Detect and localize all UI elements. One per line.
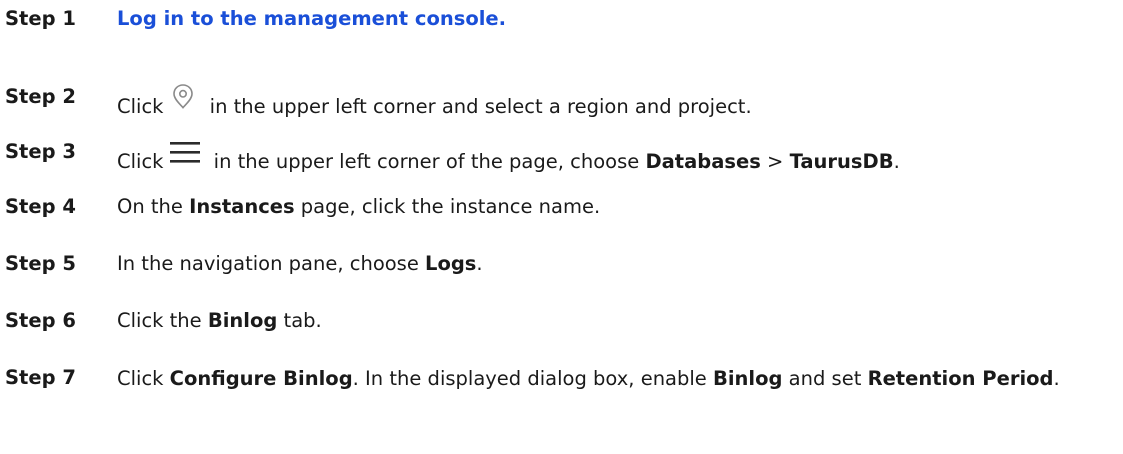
text: Click bbox=[117, 95, 164, 118]
step-label: Step 5 bbox=[5, 252, 76, 275]
step-label: Step 3 bbox=[5, 140, 76, 163]
step-text: Click Configure Binlog. In the displayed… bbox=[117, 366, 1107, 392]
text: > bbox=[760, 150, 790, 173]
text: . bbox=[1053, 367, 1060, 390]
text: Click bbox=[117, 367, 170, 390]
step-label: Step 4 bbox=[5, 195, 76, 218]
databases-term: Databases bbox=[645, 150, 761, 173]
step-label: Step 6 bbox=[5, 309, 76, 332]
location-pin-icon bbox=[167, 79, 199, 113]
configure-binlog-term: Configure Binlog bbox=[169, 367, 353, 390]
retention-period-term: Retention Period bbox=[867, 367, 1054, 390]
logs-term: Logs bbox=[425, 252, 477, 275]
text: in the upper left corner of the page, ch… bbox=[207, 150, 646, 173]
step-text: Click the Binlog tab. bbox=[117, 309, 1107, 333]
hamburger-menu-icon bbox=[167, 136, 203, 170]
text: Click the bbox=[117, 309, 208, 332]
step-text: Click in the upper left corner and selec… bbox=[117, 84, 1107, 119]
text: . bbox=[476, 252, 483, 275]
step-text: Click in the upper left corner of the pa… bbox=[117, 140, 1107, 174]
binlog-term: Binlog bbox=[207, 309, 278, 332]
step-text: On the Instances page, click the instanc… bbox=[117, 195, 1107, 219]
binlog-term: Binlog bbox=[713, 367, 783, 390]
step-label: Step 1 bbox=[5, 7, 76, 30]
management-console-link[interactable]: Log in to the management console. bbox=[117, 7, 506, 30]
text: in the upper left corner and select a re… bbox=[203, 95, 752, 118]
text: tab. bbox=[277, 309, 322, 332]
text: In the navigation pane, choose bbox=[117, 252, 426, 275]
text: page, click the instance name. bbox=[294, 195, 601, 218]
text: On the bbox=[117, 195, 190, 218]
step-text: Log in to the management console. bbox=[117, 7, 1107, 31]
text: . In the displayed dialog box, enable bbox=[352, 367, 713, 390]
step-text: In the navigation pane, choose Logs. bbox=[117, 252, 1107, 276]
text: and set bbox=[782, 367, 868, 390]
step-label: Step 7 bbox=[5, 366, 76, 389]
instances-term: Instances bbox=[189, 195, 295, 218]
text: . bbox=[893, 150, 900, 173]
taurusdb-term: TaurusDB bbox=[789, 150, 894, 173]
step-label: Step 2 bbox=[5, 85, 76, 108]
text: Click bbox=[117, 150, 164, 173]
